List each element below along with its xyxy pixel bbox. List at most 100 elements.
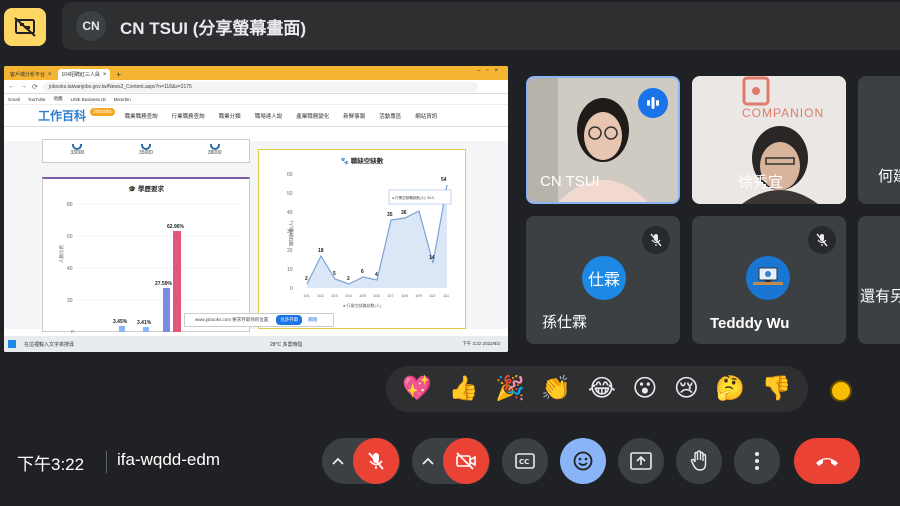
shared-screen[interactable]: 客戶端分析平台 × 104招聘紅三人員 × + –▫× ← → ⟳ jobooks.… — [4, 66, 508, 352]
stop-presenting-button[interactable] — [4, 8, 46, 46]
bookmark-item[interactable]: 地圖 — [53, 96, 62, 102]
thumbs-up-reaction-icon[interactable]: 👍 — [449, 376, 479, 402]
bookmark-item[interactable]: LINE Business ID — [70, 97, 105, 102]
point-label: 35 — [387, 212, 393, 218]
present-screen-icon — [630, 452, 652, 470]
skin-tone-selector[interactable] — [830, 380, 852, 402]
back-icon[interactable]: ← — [8, 83, 15, 90]
site-nav-item[interactable]: 職業職務查詢 — [125, 112, 158, 120]
emoji-reactions-button[interactable] — [560, 438, 606, 484]
clap-reaction-icon[interactable]: 👏 — [541, 376, 571, 402]
tab-label: 客戶端分析平台 — [10, 72, 46, 78]
muted-indicator — [642, 226, 670, 254]
dismiss-button[interactable]: 關閉 — [308, 317, 317, 323]
close-icon[interactable]: × — [103, 72, 107, 78]
point-label: 18 — [318, 248, 324, 254]
site-nav-item[interactable]: 行業職務查詢 — [172, 112, 205, 120]
bookmark-item[interactable]: YouTube — [28, 97, 46, 102]
mic-toggle-button[interactable] — [353, 438, 399, 484]
laughing-reaction-icon[interactable]: 😂 — [588, 376, 616, 402]
url-field[interactable]: jobooks.taiwanjobs.gov.tw/News2_Content.… — [42, 81, 478, 92]
site-nav-item[interactable]: 職業分類 — [219, 112, 241, 120]
svg-text:CC: CC — [519, 458, 529, 466]
mic-off-icon — [368, 452, 384, 470]
mic-off-icon — [816, 233, 828, 247]
site-logo[interactable]: 工作百科 — [38, 107, 86, 124]
windows-taskbar: 在這裡輸入文字來搜尋 28°C 多雲時陰 下午 3:22 2022/8/3 — [4, 336, 508, 352]
presentation-title: CN TSUI (分享螢幕畫面) — [120, 18, 307, 38]
browser-tab-active[interactable]: 104招聘紅三人員 × — [57, 69, 111, 80]
close-icon[interactable]: × — [48, 72, 52, 78]
taskbar-search[interactable]: 在這裡輸入文字來搜尋 — [24, 341, 110, 348]
crying-reaction-icon[interactable]: 😢 — [674, 376, 699, 402]
participant-tile-xu[interactable]: COMPANION 徐秀宜 — [692, 76, 846, 204]
salary-value: 35000 — [139, 150, 153, 156]
new-tab-icon[interactable]: + — [112, 69, 125, 80]
participant-avatar — [746, 256, 790, 300]
site-nav-item[interactable]: 產業職務變化 — [296, 112, 329, 120]
y-tick: 20 — [67, 298, 73, 304]
reload-icon[interactable]: ⟳ — [32, 83, 38, 91]
window-controls[interactable]: –▫× — [477, 68, 504, 74]
surprised-reaction-icon[interactable]: 😮 — [632, 376, 657, 402]
more-options-button[interactable] — [734, 438, 780, 484]
party-popper-reaction-icon[interactable]: 🎉 — [495, 376, 525, 402]
taskbar-weather: 28°C 多雲時陰 — [270, 341, 303, 348]
x-tick: 103 — [331, 293, 338, 298]
bookmark-item[interactable]: Gmail — [8, 97, 20, 102]
captions-button[interactable]: CC — [502, 438, 548, 484]
companion-brand-text: COMPANION — [742, 106, 825, 120]
x-tick: 106 — [373, 293, 380, 298]
present-now-button[interactable] — [618, 438, 664, 484]
permission-popup: www.jobooks.com 要求存取你的位置 允許存取 關閉 — [184, 313, 334, 327]
y-tick: 30 — [287, 229, 293, 235]
raise-hand-button[interactable] — [676, 438, 722, 484]
salary-value: 33000 — [70, 150, 85, 156]
chevron-up-icon — [422, 457, 434, 465]
video-options-chevron[interactable] — [413, 457, 443, 465]
y-tick: 60 — [67, 234, 73, 240]
bar-2 — [143, 327, 149, 332]
more-vertical-icon — [755, 452, 759, 470]
bar-label: 27.59% — [155, 281, 173, 287]
audio-options-chevron[interactable] — [323, 457, 353, 465]
mic-off-icon — [650, 233, 662, 247]
y-tick: 80 — [67, 202, 73, 208]
participant-tile-sun[interactable]: 仕霖 孫仕霖 — [526, 216, 680, 344]
y-tick: 40 — [67, 266, 73, 272]
participant-name: CN TSUI — [540, 173, 600, 190]
y-axis-label: 人數比例 — [58, 245, 65, 263]
point-label: 14 — [429, 255, 435, 261]
browser-tab[interactable]: 客戶端分析平台 × — [6, 69, 56, 80]
participant-tile-teddy[interactable]: Tedddy Wu — [692, 216, 846, 344]
participant-tile-he[interactable]: 何建 — [858, 76, 900, 204]
bookmark-item[interactable]: Mixerbin — [114, 97, 131, 102]
page-content: 33000 35000 38000 🎓 學歷要求 人數比例 80 60 40 2… — [4, 139, 508, 333]
site-nav-item[interactable]: 活動專區 — [379, 112, 401, 120]
y-tick: 20 — [287, 248, 293, 254]
site-nav-item[interactable]: 新鮮事報 — [343, 112, 365, 120]
bottom-divider — [106, 451, 107, 473]
education-chart-card: 🎓 學歷要求 人數比例 80 60 40 20 0 3.45% 3.41% 27… — [42, 177, 250, 333]
education-bar-chart: 人數比例 80 60 40 20 0 3.45% 3.41% 27.59% 62… — [58, 202, 243, 333]
forward-icon[interactable]: → — [20, 83, 27, 90]
y-tick: 60 — [287, 172, 293, 178]
site-nav-item[interactable]: 網站資訊 — [415, 112, 437, 120]
bar-label: 3.41% — [137, 320, 152, 326]
participant-tile-cn-tsui[interactable]: CN TSUI — [526, 76, 680, 204]
leave-call-button[interactable] — [794, 438, 860, 484]
meeting-code: ifa-wqdd-edm — [117, 450, 220, 469]
more-participants-tile[interactable]: 還有另 — [858, 216, 900, 344]
y-tick: 50 — [287, 191, 293, 197]
camera-toggle-button[interactable] — [443, 438, 489, 484]
point-label: 54 — [441, 177, 447, 183]
y-tick: 10 — [287, 267, 293, 273]
windows-start-icon[interactable] — [8, 340, 16, 348]
thumbs-down-reaction-icon[interactable]: 👎 — [762, 376, 792, 402]
site-nav-item[interactable]: 職場達人說 — [255, 112, 283, 120]
thinking-reaction-icon[interactable]: 🤔 — [715, 376, 745, 402]
allow-button[interactable]: 允許存取 — [276, 315, 303, 325]
heart-reaction-icon[interactable]: 💖 — [402, 376, 432, 402]
meet-window: CN CN TSUI (分享螢幕畫面) 客戶端分析平台 × 104招聘紅三人員 × … — [0, 0, 900, 506]
x-tick: 110 — [429, 293, 436, 298]
